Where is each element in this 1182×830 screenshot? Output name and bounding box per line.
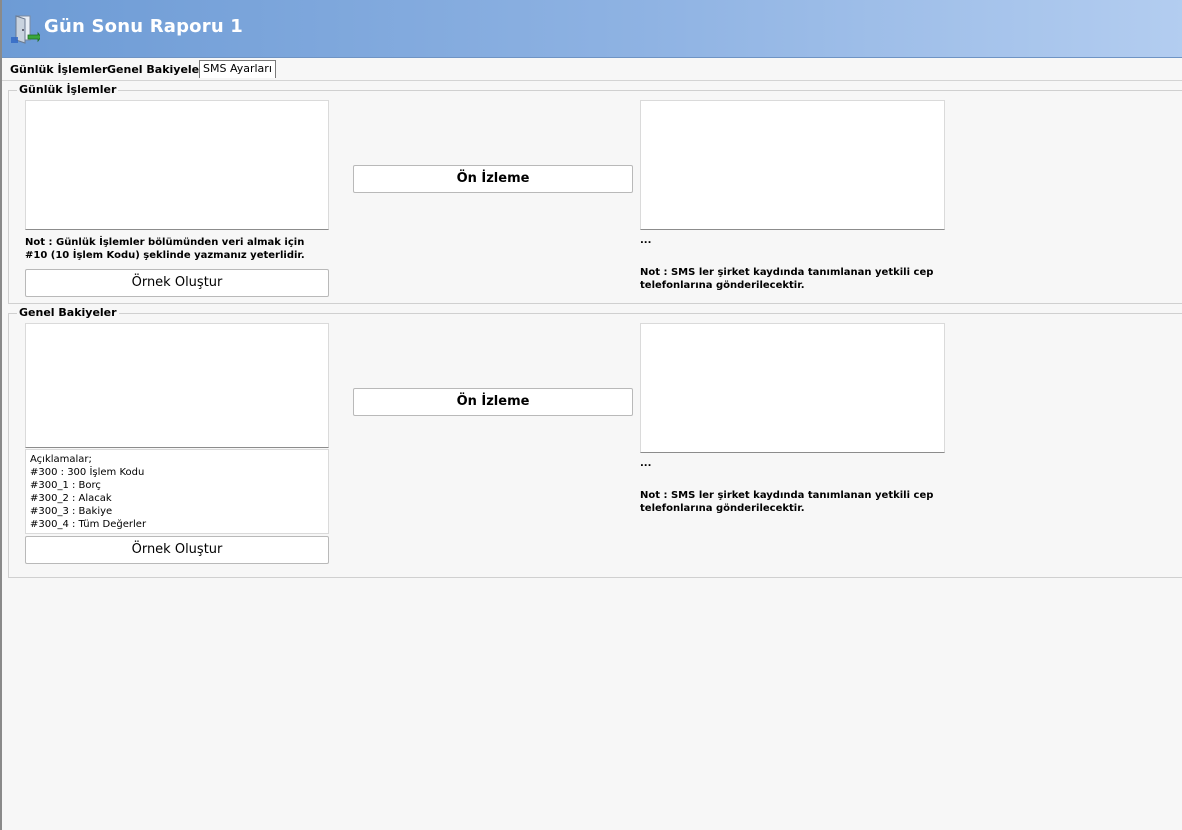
description-line: #300_2 : Alacak [30, 493, 112, 504]
door-exit-icon [11, 15, 40, 44]
tab-daily-operations[interactable]: Günlük İşlemler [10, 62, 107, 78]
daily-template-textarea[interactable] [25, 100, 329, 230]
report-window: Gün Sonu Raporu 1 Günlük İşlemler Genel … [0, 0, 1182, 830]
daily-preview-output [640, 100, 945, 230]
balances-preview-button[interactable]: Ön İzleme [353, 388, 633, 416]
description-line: #300_3 : Bakiye [30, 506, 113, 517]
tab-sms-settings[interactable]: SMS Ayarları [199, 60, 276, 78]
daily-operations-legend: Günlük İşlemler [17, 83, 119, 96]
balances-description-box: Açıklamalar; #300 : 300 İşlem Kodu #300_… [25, 449, 329, 534]
balances-example-button[interactable]: Örnek Oluştur [25, 536, 329, 564]
daily-example-button[interactable]: Örnek Oluştur [25, 269, 329, 297]
description-line: #300_4 : Tüm Değerler [30, 519, 147, 530]
tab-bar: Günlük İşlemler Genel Bakiyeler SMS Ayar… [2, 60, 1182, 81]
balances-ellipsis: ... [640, 458, 652, 469]
balances-sms-note: Not : SMS ler şirket kaydında tanımlanan… [640, 490, 934, 514]
window-title: Gün Sonu Raporu 1 [44, 16, 244, 37]
general-balances-group: Genel Bakiyeler Açıklamalar; #300 : 300 … [8, 306, 1182, 578]
description-line: Açıklamalar; [30, 454, 92, 465]
daily-ellipsis: ... [640, 235, 652, 246]
description-line: #300_1 : Borç [30, 480, 101, 491]
daily-preview-button[interactable]: Ön İzleme [353, 165, 633, 193]
balances-template-textarea[interactable] [25, 323, 329, 448]
tab-general-balances[interactable]: Genel Bakiyeler [107, 62, 205, 78]
daily-note: Not : Günlük İşlemler bölümünden veri al… [25, 237, 305, 261]
daily-operations-group: Günlük İşlemler Not : Günlük İşlemler bö… [8, 83, 1182, 304]
description-line: #300 : 300 İşlem Kodu [30, 467, 145, 478]
general-balances-legend: Genel Bakiyeler [17, 306, 119, 319]
daily-sms-note: Not : SMS ler şirket kaydında tanımlanan… [640, 267, 934, 291]
balances-preview-output [640, 323, 945, 453]
title-bar: Gün Sonu Raporu 1 [2, 0, 1182, 58]
